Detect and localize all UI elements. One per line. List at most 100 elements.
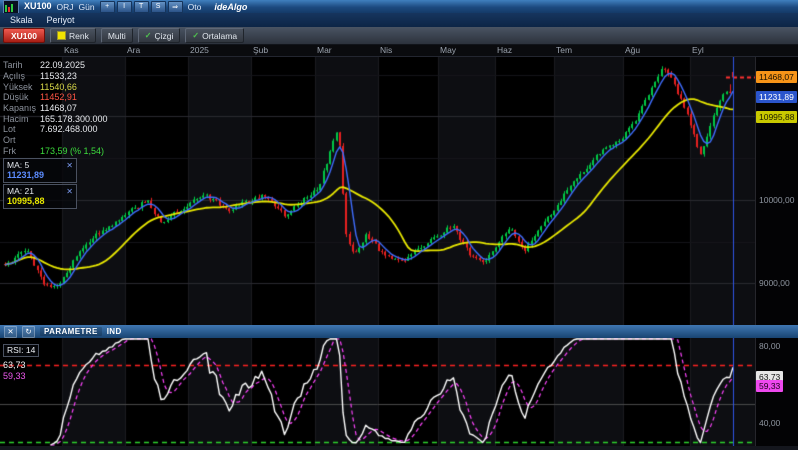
- rsi-value: 63,73: [3, 360, 39, 370]
- bottom-edge: [0, 446, 798, 450]
- ma-label: MA: 5: [7, 160, 29, 170]
- main-chart-panel: Tarih22.09.2025Açılış11533,23Yüksek11540…: [0, 56, 798, 325]
- parametre-tab[interactable]: PARAMETRE: [40, 327, 102, 336]
- info-value: 11540,66: [40, 82, 77, 92]
- info-value: 11468,07: [40, 103, 77, 113]
- month-label: Ağu: [625, 45, 640, 55]
- price-marker-badge-0: 11468,07: [756, 71, 797, 83]
- month-label: 2025: [190, 45, 209, 55]
- indicator-header: ✕ ↻ PARAMETRE IND: [0, 325, 798, 338]
- candlestick-chart[interactable]: [0, 56, 755, 325]
- titlebar-oto-button[interactable]: Oto: [188, 2, 202, 12]
- rsi-marker-badge-1: 59,33: [756, 380, 783, 392]
- month-label: Ara: [127, 45, 140, 55]
- info-value: 7.692.468.000: [40, 124, 98, 134]
- rsi-info-overlay: RSI: 14 63,73 59,33: [3, 340, 39, 381]
- info-row: Açılış11533,23: [3, 71, 108, 82]
- info-value: 11533,23: [40, 71, 77, 81]
- info-value: 173,59 (% 1,54): [40, 146, 104, 156]
- price-axis[interactable]: 9000,00 10000,00 11468,07 11231,89 10995,88: [755, 56, 798, 325]
- month-label: Şub: [253, 45, 268, 55]
- titlebar-period-button[interactable]: Gün: [79, 2, 95, 12]
- date-axis[interactable]: Kas Ara 2025 Şub Mar Nis May Haz Tem Ağu Eyl: [0, 44, 798, 57]
- rsi-axis-label: 40,00: [759, 418, 780, 428]
- rsi-axis-label: 80,00: [759, 341, 780, 351]
- info-label: Kapanış: [3, 103, 40, 113]
- rsi-chart[interactable]: [0, 338, 755, 446]
- month-label: Nis: [380, 45, 392, 55]
- ma-value: 11231,89: [7, 170, 73, 180]
- info-value: 11452,91: [40, 92, 77, 102]
- ortalama-toggle-button[interactable]: ✓Ortalama: [185, 28, 244, 43]
- month-label: Haz: [497, 45, 512, 55]
- chart-app-icon: [3, 0, 19, 14]
- info-row: Hacim165.178.300.000: [3, 113, 108, 124]
- month-label: Mar: [317, 45, 332, 55]
- info-label: Ort: [3, 135, 40, 145]
- multi-button[interactable]: Multi: [101, 28, 133, 43]
- indicator-close-button[interactable]: ✕: [4, 326, 17, 338]
- menu-item-periyot[interactable]: Periyot: [41, 15, 81, 25]
- rsi-panel: RSI: 14 63,73 59,33 80,0040,0063,7359,33: [0, 338, 798, 446]
- month-label: Kas: [64, 45, 79, 55]
- info-row: Lot7.692.468.000: [3, 124, 108, 135]
- cizgi-label: Çizgi: [155, 31, 174, 41]
- menu-item-skala[interactable]: Skala: [4, 15, 39, 25]
- symbol-badge[interactable]: XU100: [3, 28, 45, 43]
- cizgi-toggle-button[interactable]: ✓Çizgi: [138, 28, 181, 43]
- info-row: Ort: [3, 135, 108, 146]
- renk-button[interactable]: Renk: [50, 28, 96, 43]
- info-value: 22.09.2025: [40, 60, 85, 70]
- info-label: Tarih: [3, 60, 40, 70]
- rsi-parameter-label[interactable]: RSI: 14: [3, 344, 39, 357]
- check-icon: ✓: [145, 31, 152, 40]
- ma-label: MA: 21: [7, 186, 34, 196]
- tool-bar: XU100 Renk Multi ✓Çizgi ✓Ortalama: [0, 27, 798, 45]
- title-bar: XU100 ORJ Gün +ITS⇒ Oto ideAlgo: [0, 0, 798, 13]
- month-label: Eyl: [692, 45, 704, 55]
- ma-value: 10995,88: [7, 196, 73, 206]
- info-row: Kapanış11468,07: [3, 103, 108, 114]
- titlebar-button-0[interactable]: +: [100, 1, 115, 13]
- ma-box-0: MA: 5 ✕11231,89: [3, 158, 77, 183]
- titlebar-button-2[interactable]: T: [134, 1, 149, 13]
- rsi-signal-value: 59,33: [3, 371, 39, 381]
- ma-close-button[interactable]: ✕: [66, 187, 73, 196]
- titlebar-button-3[interactable]: S: [151, 1, 166, 13]
- quote-info-panel: Tarih22.09.2025Açılış11533,23Yüksek11540…: [3, 60, 108, 156]
- info-value: 165.178.300.000: [40, 114, 108, 124]
- check-icon: ✓: [192, 31, 199, 40]
- ortalama-label: Ortalama: [202, 31, 237, 41]
- ma-box-1: MA: 21 ✕10995,88: [3, 184, 77, 209]
- info-label: Lot: [3, 124, 40, 134]
- price-axis-label: 10000,00: [759, 195, 794, 205]
- price-marker-badge-1: 11231,89: [756, 91, 797, 103]
- info-row: Tarih22.09.2025: [3, 60, 108, 71]
- price-marker-badge-2: 10995,88: [756, 111, 797, 123]
- info-label: Yüksek: [3, 82, 40, 92]
- info-label: Açılış: [3, 71, 40, 81]
- info-label: Frk: [3, 146, 40, 156]
- titlebar-button-1[interactable]: I: [117, 1, 132, 13]
- indicator-refresh-button[interactable]: ↻: [22, 326, 35, 338]
- info-row: Frk173,59 (% 1,54): [3, 146, 108, 157]
- multi-label: Multi: [108, 31, 126, 41]
- month-label: May: [440, 45, 456, 55]
- rsi-axis[interactable]: 80,0040,0063,7359,33: [755, 338, 798, 446]
- price-axis-label: 9000,00: [759, 278, 790, 288]
- brand-logo: ideAlgo: [214, 2, 247, 12]
- titlebar-orj-button[interactable]: ORJ: [57, 2, 74, 12]
- ind-tab[interactable]: IND: [107, 327, 122, 336]
- info-label: Hacim: [3, 114, 40, 124]
- titlebar-tool-buttons: +ITS⇒: [100, 1, 183, 13]
- menu-bar: Skala Periyot: [0, 13, 798, 27]
- info-row: Yüksek11540,66: [3, 81, 108, 92]
- ma-close-button[interactable]: ✕: [66, 161, 73, 170]
- renk-label: Renk: [69, 31, 89, 41]
- month-label: Tem: [556, 45, 572, 55]
- info-label: Düşük: [3, 92, 40, 102]
- color-swatch-icon: [57, 31, 66, 40]
- titlebar-button-4[interactable]: ⇒: [168, 1, 183, 13]
- info-row: Düşük11452,91: [3, 92, 108, 103]
- titlebar-symbol: XU100: [24, 0, 52, 13]
